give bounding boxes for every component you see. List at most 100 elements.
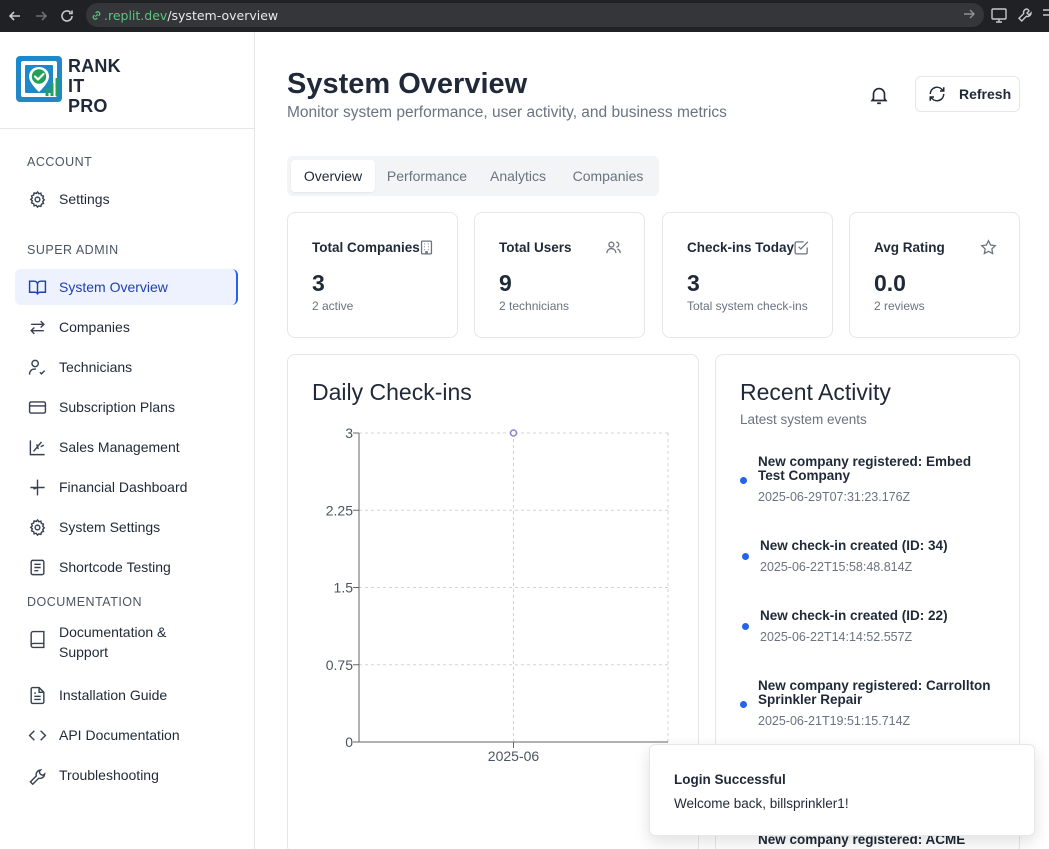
stat-subtext: Total system check-ins (687, 299, 808, 313)
login-toast[interactable]: Login Successful Welcome back, billsprin… (649, 744, 1035, 836)
sidebar-item-label: System Settings (59, 519, 161, 535)
users-icon (605, 239, 622, 256)
forward-icon[interactable] (30, 5, 52, 27)
book-icon (26, 628, 48, 650)
sidebar-item-label: Subscription Plans (59, 399, 175, 415)
credit-card-icon (26, 396, 48, 418)
sidebar-item-label: Shortcode Testing (59, 559, 171, 575)
tab-overview[interactable]: Overview (291, 160, 375, 192)
stat-value: 3 (687, 270, 700, 296)
chart-scatter-icon (26, 436, 48, 458)
logo-icon[interactable] (16, 56, 62, 102)
brand-line-1: RANK (68, 56, 121, 76)
user-check-icon (26, 356, 48, 378)
sidebar-item-system-settings[interactable]: System Settings (15, 509, 238, 545)
stat-label: Total Users (499, 240, 572, 255)
activity-time: 2025-06-21T19:51:15.714Z (758, 714, 911, 728)
activity-time: 2025-06-22T15:58:48.814Z (760, 560, 913, 574)
go-arrow-icon[interactable] (962, 7, 976, 21)
stat-value: 9 (499, 270, 512, 296)
address-bar[interactable]: .replit.dev/system-overview (86, 3, 984, 27)
star-icon (980, 239, 997, 256)
sidebar-item-label: Installation Guide (59, 687, 168, 703)
y-tick-label: 3 (345, 425, 353, 441)
stat-card-total-users: Total Users 9 2 technicians (474, 212, 645, 338)
activity-subtitle: Latest system events (740, 412, 867, 427)
check-square-icon (793, 239, 810, 256)
toast-description: Welcome back, billsprinkler1! (674, 796, 849, 811)
reload-icon[interactable] (56, 5, 78, 27)
activity-text: New check-in created (ID: 22) (760, 608, 948, 623)
activity-text: New company registered: Carrollton Sprin… (758, 679, 998, 707)
activity-text-line-1: New company registered: Carrollton (758, 678, 991, 693)
sidebar-item-sales-management[interactable]: Sales Management (15, 429, 238, 465)
stat-card-avg-rating: Avg Rating 0.0 2 reviews (849, 212, 1020, 338)
sidebar-item-technicians[interactable]: Technicians (15, 349, 238, 385)
tab-companies[interactable]: Companies (563, 160, 653, 192)
y-tick-label: 0.75 (326, 657, 353, 673)
activity-time: 2025-06-22T14:14:52.557Z (760, 630, 913, 644)
bell-icon[interactable] (868, 84, 890, 106)
sidebar-item-label: Documentation & Support (59, 622, 166, 662)
sparkle-icon (26, 476, 48, 498)
label-line-1: Documentation & (59, 624, 167, 640)
monitor-icon[interactable] (990, 6, 1008, 24)
toast-title: Login Successful (674, 772, 786, 787)
sidebar-item-troubleshooting[interactable]: Troubleshooting (15, 757, 238, 793)
sidebar-item-shortcode-testing[interactable]: Shortcode Testing (15, 549, 238, 585)
sidebar: RANK IT PRO ACCOUNT Settings SUPER ADMIN… (0, 32, 255, 849)
stat-value: 0.0 (874, 270, 906, 296)
brand-header: RANK IT PRO (0, 32, 254, 129)
code-icon (26, 724, 48, 746)
gear-icon (26, 188, 48, 210)
tab-performance[interactable]: Performance (381, 160, 473, 192)
sidebar-item-api-documentation[interactable]: API Documentation (15, 717, 238, 753)
stat-subtext: 2 active (312, 299, 354, 313)
wrench-icon (26, 764, 48, 786)
page-subtitle: Monitor system performance, user activit… (287, 104, 727, 121)
brand-wordmark: RANK IT PRO (68, 56, 121, 116)
label-line-2: Support (59, 644, 109, 660)
activity-text-line-2: Sprinkler Repair (758, 692, 863, 707)
sidebar-item-financial-dashboard[interactable]: Financial Dashboard (15, 469, 238, 505)
refresh-button[interactable]: Refresh (915, 76, 1020, 112)
stat-card-total-companies: Total Companies 3 2 active (287, 212, 458, 338)
daily-check-ins-card: Daily Check-ins 0 0.75 1.5 2.25 3 2025-06 (287, 354, 699, 849)
activity-text-line-2: Test Company (758, 468, 851, 483)
activity-item: New company registered: Carrollton Sprin… (740, 679, 991, 739)
stat-subtext: 2 technicians (499, 299, 570, 313)
activity-item: New check-in created (ID: 22) 2025-06-22… (742, 609, 992, 649)
sidebar-item-installation-guide[interactable]: Installation Guide (15, 677, 238, 713)
activity-title: Recent Activity (740, 379, 891, 405)
activity-text: New company registered: Embed Test Compa… (758, 455, 998, 483)
sidebar-item-settings[interactable]: Settings (15, 181, 238, 217)
arrows-exchange-icon (26, 316, 48, 338)
cut-off-icon[interactable] (1040, 6, 1049, 24)
activity-time: 2025-06-29T07:31:23.176Z (758, 490, 911, 504)
stat-card-check-ins-today: Check-ins Today 3 Total system check-ins (662, 212, 833, 338)
y-tick-label: 1.5 (334, 580, 354, 596)
back-icon[interactable] (4, 5, 26, 27)
activity-dot (740, 701, 747, 708)
wrench-tool-icon[interactable] (1016, 6, 1034, 24)
stat-value: 3 (312, 270, 325, 296)
sidebar-item-label: Companies (59, 319, 130, 335)
file-text-icon (26, 684, 48, 706)
tab-analytics[interactable]: Analytics (483, 160, 553, 192)
stat-subtext: 2 reviews (874, 299, 925, 313)
tab-bar: Overview Performance Analytics Companies (287, 156, 659, 196)
sidebar-item-companies[interactable]: Companies (15, 309, 238, 345)
data-point (509, 429, 518, 437)
brand-line-2: IT (68, 76, 85, 96)
sidebar-item-system-overview[interactable]: System Overview (15, 269, 238, 305)
sidebar-item-subscription-plans[interactable]: Subscription Plans (15, 389, 238, 425)
daily-check-ins-chart: 0 0.75 1.5 2.25 3 2025-06 (326, 425, 669, 764)
activity-item: New check-in created (ID: 34) 2025-06-22… (742, 539, 992, 579)
activity-text: New check-in created (ID: 34) (760, 538, 948, 553)
sidebar-item-documentation-support[interactable]: Documentation & Support (15, 619, 238, 665)
stat-label: Avg Rating (874, 240, 945, 255)
refresh-label: Refresh (959, 86, 1012, 102)
y-tick-label: 2.25 (326, 502, 353, 518)
url-host: .replit.dev (104, 7, 168, 23)
x-tick-label: 2025-06 (488, 748, 540, 764)
